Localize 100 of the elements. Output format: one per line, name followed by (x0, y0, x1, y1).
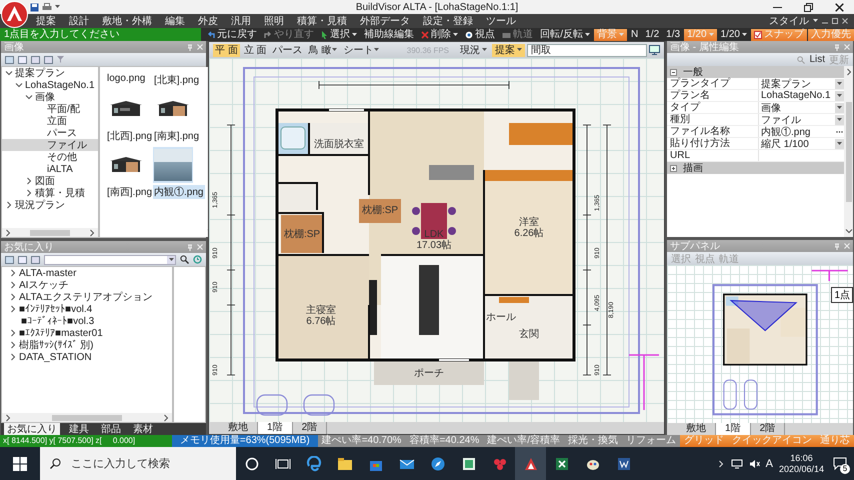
restore-icon[interactable] (804, 2, 813, 12)
collapse-icon[interactable] (670, 68, 677, 76)
toolbar-button[interactable]: 選択 (318, 28, 360, 40)
toolbar-button[interactable]: N (628, 28, 642, 40)
thumbnail-frame[interactable] (153, 147, 194, 183)
notification-button[interactable]: 5 (830, 454, 850, 474)
file-name[interactable]: [南西].png (106, 185, 154, 199)
property-category[interactable]: 描画 (667, 162, 844, 174)
menu-item[interactable]: 設定・登録 (423, 14, 473, 28)
image-view-icon[interactable] (5, 56, 14, 64)
menu-item[interactable]: 外皮 (198, 14, 218, 28)
toolbar-button[interactable]: 1/2 (642, 28, 662, 40)
close-icon[interactable] (835, 2, 844, 12)
property-value[interactable]: 縮尺 1/100 (761, 136, 809, 150)
network-icon[interactable] (730, 458, 743, 468)
folder-icon[interactable] (336, 456, 352, 472)
scrollbar-thumb[interactable] (30, 230, 70, 236)
property-value[interactable]: LohaStageNo.1 (761, 90, 831, 101)
file-name[interactable]: logo.png (106, 73, 146, 84)
document-icon[interactable] (616, 456, 632, 472)
toolbar-button[interactable]: 元に戻す (204, 28, 260, 40)
search-field[interactable] (44, 254, 176, 264)
file-name[interactable]: 内観①.png (153, 185, 204, 199)
panel-tab[interactable]: お気に入り (4, 423, 60, 435)
tree-item[interactable]: ALTAエクステリアオプション (2, 291, 172, 303)
tree-item[interactable]: その他 (2, 151, 98, 163)
toolbar-button[interactable]: 1/20 (718, 28, 750, 40)
dropdown-button[interactable] (835, 138, 844, 148)
tree-item[interactable]: 画像 (2, 91, 98, 103)
clock[interactable]: 16:06 2020/06/14 (778, 452, 824, 474)
property-value[interactable]: ファイル (761, 112, 801, 126)
panel-tab[interactable]: 建具 (66, 423, 92, 435)
circle-icon[interactable] (244, 456, 260, 472)
scrollbar-thumb[interactable] (846, 102, 852, 202)
menu-item[interactable]: 汎用 (231, 14, 251, 28)
tree-item[interactable]: LohaStageNo.1 (2, 79, 98, 91)
chevron-down-icon[interactable] (844, 227, 852, 235)
dropdown-button[interactable] (835, 114, 844, 124)
tree-item[interactable]: パース (2, 127, 98, 139)
tree-item[interactable]: 樹脂ｻｯｼ(ｻｲｽﾞ 別) (2, 339, 172, 351)
toolbar-button[interactable]: 削除 (418, 28, 462, 40)
toolbar-button[interactable]: 回転/反転 (537, 28, 594, 40)
dropdown-button[interactable] (835, 102, 844, 112)
taskbar-search-box[interactable]: ここに入力して検索 (40, 447, 236, 480)
tree-item[interactable]: 平面/配 (2, 103, 98, 115)
panel-tab[interactable]: 素材 (130, 423, 156, 435)
spreadsheet-icon[interactable] (554, 456, 570, 472)
toolbar-button[interactable]: 視点 (462, 28, 498, 40)
tree-item[interactable]: 現況プラン (2, 199, 98, 211)
scrollbar-thumb[interactable] (52, 414, 122, 420)
file-name[interactable]: [北西].png (106, 129, 154, 143)
compass-icon[interactable] (430, 456, 446, 472)
tree-item[interactable]: iALTA (2, 163, 98, 175)
floor-tab[interactable]: 2階 (292, 422, 328, 434)
tree-item[interactable]: AIスケッチ (2, 279, 172, 291)
expand-icon[interactable] (670, 164, 677, 172)
grid-view-icon[interactable] (18, 56, 27, 64)
chevron-right-icon[interactable] (716, 460, 725, 468)
menu-item[interactable]: 照明 (264, 14, 284, 28)
property-category[interactable]: 一般 (667, 66, 844, 78)
view-tab[interactable]: 平 面 (213, 44, 240, 56)
chevron-right-icon[interactable] (5, 201, 13, 209)
tree-item[interactable]: ファイル (2, 139, 98, 151)
property-value[interactable]: 内観①.png (761, 124, 810, 138)
monitor-icon[interactable] (649, 45, 660, 55)
tree-item[interactable]: ■ｲﾝﾃﾘｱｾｯﾄ■vol.4 (2, 303, 172, 315)
list-view-icon[interactable] (31, 56, 40, 64)
view-tab[interactable]: 鳥 瞰 (306, 44, 340, 56)
grid-view-icon[interactable] (18, 256, 27, 264)
view-tab[interactable]: パース (270, 44, 305, 56)
windows-start-icon[interactable] (13, 456, 27, 470)
dropdown-button[interactable] (835, 78, 844, 88)
list-view-icon[interactable] (31, 256, 40, 264)
menu-item[interactable]: 外部データ (360, 14, 410, 28)
menu-item[interactable]: 敷地・外構 (102, 14, 152, 28)
property-value[interactable]: 提案プラン (761, 76, 811, 90)
menu-item[interactable]: 設計 (69, 14, 89, 28)
chevron-right-icon[interactable] (844, 68, 852, 76)
speaker-icon[interactable] (748, 458, 760, 468)
chevron-right-icon[interactable] (4, 228, 12, 236)
tree-item[interactable]: 図面 (2, 175, 98, 187)
tree-item[interactable]: ■ｴｸｽﾃﾘｱ■master01 (2, 327, 172, 339)
tree-item[interactable]: 積算・見積 (2, 187, 98, 199)
view-tab[interactable]: 立 面 (242, 44, 269, 56)
file-name[interactable]: [南東].png (153, 129, 200, 143)
image-view-icon[interactable] (5, 256, 14, 264)
property-value[interactable]: 画像 (761, 100, 781, 114)
search-icon[interactable] (180, 255, 189, 264)
chevron-right-icon[interactable] (4, 414, 12, 422)
list-button[interactable]: List (809, 54, 825, 65)
menu-item[interactable]: 編集 (165, 14, 185, 28)
menu-item[interactable]: ツール (486, 14, 516, 28)
mode-button[interactable]: 提案 (492, 44, 525, 56)
mode-button[interactable]: 現況 (457, 44, 490, 56)
toolbar-button[interactable]: 補助線編集 (361, 28, 418, 40)
panel-tab[interactable]: 部品 (98, 423, 124, 435)
logo-icon[interactable] (522, 456, 538, 472)
dropdown-button[interactable] (835, 90, 844, 100)
menu-item[interactable]: 積算・見積 (297, 14, 347, 28)
tree-item[interactable]: ALTA-master (2, 267, 172, 279)
